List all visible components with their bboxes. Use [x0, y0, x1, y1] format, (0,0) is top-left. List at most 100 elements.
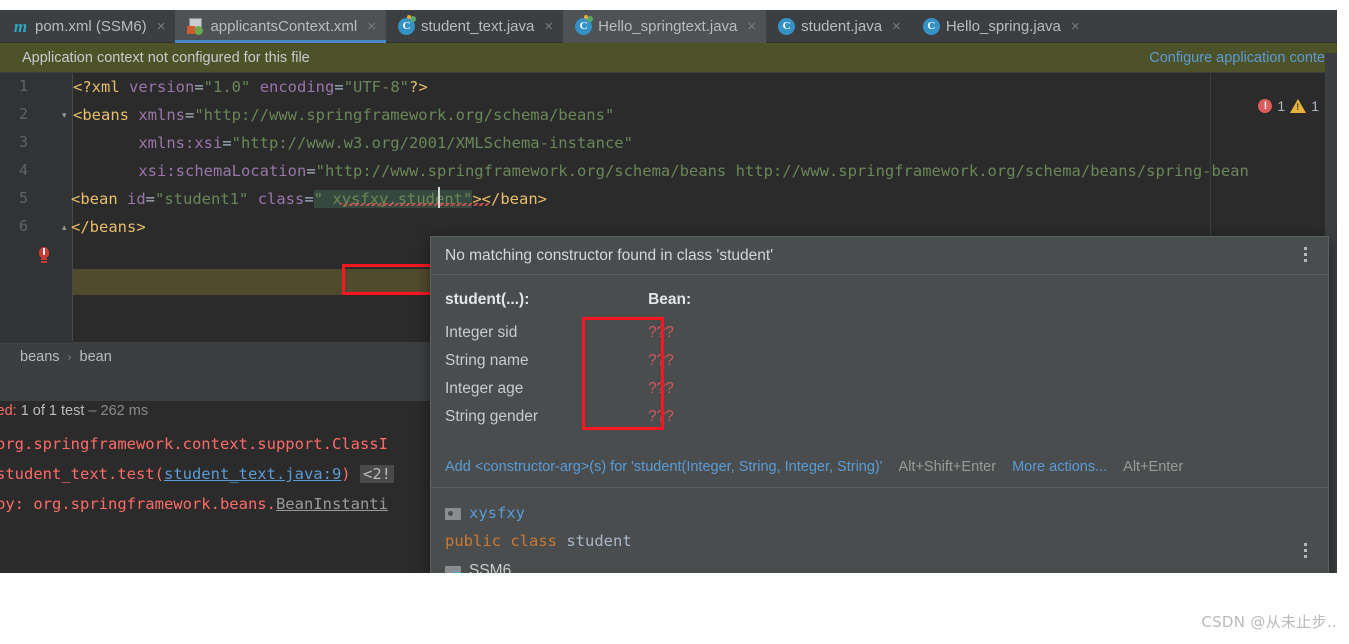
close-icon[interactable]: ×: [544, 19, 553, 34]
popup-documentation: xysfxy public class student SSM6: [431, 487, 1328, 573]
code-line-6: </beans>: [71, 218, 146, 236]
doc-module-row: SSM6: [445, 556, 1328, 573]
param-bean-value: ???: [648, 352, 674, 369]
java-class-icon: C: [778, 18, 796, 35]
param-bean-value: ???: [648, 408, 674, 425]
tab-label: Hello_springtext.java: [598, 18, 738, 35]
close-icon[interactable]: ×: [157, 19, 166, 34]
tab-hello-springtext-java[interactable]: C Hello_springtext.java ×: [563, 10, 767, 43]
line-number: 6: [18, 217, 28, 235]
stacktrace-class[interactable]: BeanInstanti: [276, 495, 388, 513]
doc-module-name: SSM6: [469, 562, 512, 573]
table-row: Integer sid ???: [445, 319, 691, 347]
table-row: Integer age ???: [445, 375, 691, 403]
constructor-params-table: student(...): Bean: Integer sid ??? Stri…: [445, 287, 691, 431]
test-status: ailed:: [0, 403, 17, 419]
param-type-name: Integer sid: [445, 324, 518, 341]
tab-applicants-context-xml[interactable]: applicantsContext.xml ×: [175, 10, 386, 43]
test-summary: ailed: 1 of 1 test – 262 ms: [0, 403, 148, 419]
doc-signature-name: student: [566, 532, 632, 550]
doc-package-row: xysfxy: [445, 498, 1328, 528]
close-icon[interactable]: ×: [747, 19, 756, 34]
code-line-5: <bean id="student1" class=" xysfxy.stude…: [71, 190, 547, 208]
code-line-1: <?xml version="1.0" encoding="UTF-8"?>: [73, 78, 428, 96]
add-constructor-arg-shortcut: Alt+Shift+Enter: [898, 459, 997, 475]
tab-label: pom.xml (SSM6): [35, 18, 147, 35]
column-header-constructor: student(...):: [445, 291, 530, 308]
table-row: String gender ???: [445, 403, 691, 431]
column-header-bean: Bean:: [648, 291, 692, 308]
test-duration: – 262 ms: [88, 403, 149, 419]
text-caret: [438, 187, 440, 208]
notification-bar: Application context not configured for t…: [0, 43, 1337, 73]
inspection-status-indicators[interactable]: ! 1 1: [1258, 98, 1319, 114]
console-line: org.springframework.context.support.Clas…: [0, 435, 388, 453]
doc-class-signature: public class student: [445, 532, 1328, 550]
inspection-popup[interactable]: No matching constructor found in class '…: [430, 236, 1329, 573]
popup-title: No matching constructor found in class '…: [431, 237, 1328, 275]
tab-label: student_text.java: [420, 18, 535, 35]
java-runnable-class-icon: C: [397, 15, 416, 35]
editor-tab-bar: m pom.xml (SSM6) × applicantsContext.xml…: [0, 10, 1337, 43]
warning-icon: [1290, 99, 1307, 113]
more-actions-shortcut: Alt+Enter: [1123, 459, 1184, 475]
vertical-dots-icon-bottom[interactable]: [1298, 543, 1312, 563]
tab-label: Hello_spring.java: [945, 18, 1061, 35]
line-number: 4: [18, 161, 28, 179]
configure-application-context-link[interactable]: Configure application conte: [1149, 50, 1325, 66]
doc-package-name: xysfxy: [469, 504, 525, 522]
more-actions-link[interactable]: More actions...: [1012, 459, 1107, 475]
code-line-3: xmlns:xsi="http://www.w3.org/2001/XMLSch…: [138, 134, 633, 152]
java-runnable-class-icon: C: [575, 15, 594, 35]
tab-student-java[interactable]: C student.java ×: [766, 10, 911, 43]
notification-message: Application context not configured for t…: [22, 49, 310, 66]
csdn-watermark: CSDN @从未止步..: [1201, 613, 1337, 631]
breadcrumb-item-beans[interactable]: beans: [20, 349, 60, 365]
intention-bulb-icon[interactable]: [36, 247, 52, 265]
add-constructor-arg-action[interactable]: Add <constructor-arg>(s) for 'student(In…: [445, 459, 883, 475]
line-number: 3: [18, 133, 28, 151]
code-line-4: xsi:schemaLocation="http://www.springfra…: [138, 162, 1249, 180]
error-icon: !: [1258, 99, 1273, 113]
vertical-dots-icon[interactable]: [1298, 247, 1312, 267]
console-line: by: org.springframework.beans.BeanInstan…: [0, 495, 388, 513]
param-bean-value: ???: [648, 380, 674, 397]
warning-count: 1: [1311, 98, 1319, 114]
screenshot-root: m pom.xml (SSM6) × applicantsContext.xml…: [0, 0, 1349, 644]
tab-label: applicantsContext.xml: [210, 18, 358, 35]
close-icon[interactable]: ×: [892, 19, 901, 34]
module-icon: [445, 564, 461, 573]
console-line-with-link: student_text.test(student_text.java:9) <…: [0, 459, 394, 489]
stacktrace-link[interactable]: student_text.java:9: [164, 465, 341, 483]
popup-actions: Add <constructor-arg>(s) for 'student(In…: [431, 449, 1328, 485]
doc-signature-keyword: public class: [445, 532, 557, 550]
table-header-row: student(...): Bean:: [445, 287, 691, 319]
java-class-icon: C: [922, 18, 940, 35]
param-type-name: Integer age: [445, 380, 524, 397]
tab-label: student.java: [801, 18, 883, 35]
test-count: 1 of 1 test: [20, 403, 85, 419]
error-squiggle: [340, 203, 490, 206]
line-number: 5: [18, 189, 28, 207]
chevron-right-icon: ›: [67, 349, 72, 364]
tab-pom-xml[interactable]: m pom.xml (SSM6) ×: [0, 10, 175, 43]
editor-gutter[interactable]: 1 2 3 4 5 6 ▾ ▴: [0, 73, 73, 341]
param-type-name: String gender: [445, 408, 539, 425]
breadcrumb-item-bean[interactable]: bean: [80, 349, 112, 365]
code-fold-toggle-icon[interactable]: ▾: [62, 110, 72, 120]
close-icon[interactable]: ×: [1071, 19, 1080, 34]
line-number: 1: [18, 77, 28, 95]
tab-hello-spring-java[interactable]: C Hello_spring.java ×: [911, 10, 1090, 43]
console-chip: <2!: [359, 465, 394, 483]
tab-student-text-java[interactable]: C student_text.java ×: [386, 10, 563, 43]
ide-window: m pom.xml (SSM6) × applicantsContext.xml…: [0, 10, 1337, 573]
close-icon[interactable]: ×: [367, 19, 376, 34]
table-row: String name ???: [445, 347, 691, 375]
param-bean-value: ???: [648, 324, 674, 341]
error-count: 1: [1277, 98, 1286, 114]
folder-icon: [445, 506, 461, 520]
maven-icon: m: [13, 17, 28, 36]
spring-xml-icon: [187, 18, 204, 35]
line-number: 2: [18, 105, 28, 123]
code-line-2: <beans xmlns="http://www.springframework…: [73, 106, 615, 124]
